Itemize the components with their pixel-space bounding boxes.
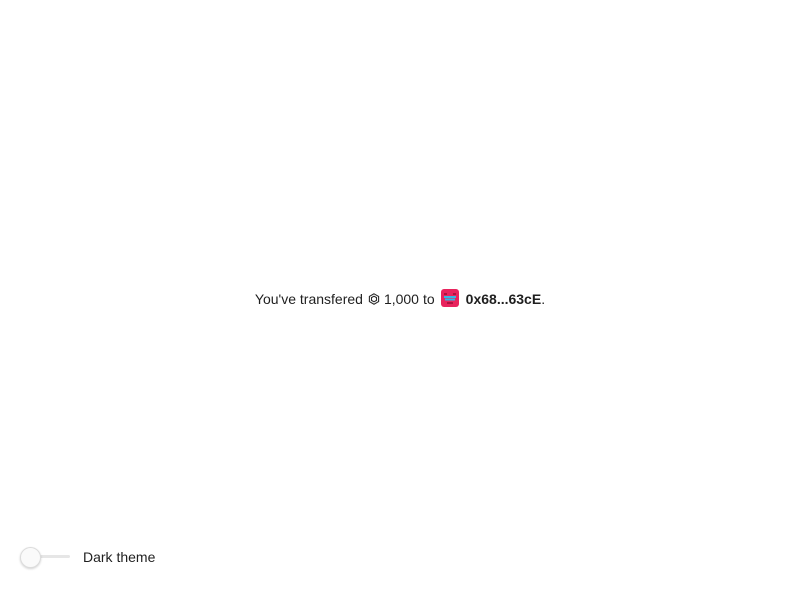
transfer-prefix-text: You've transfered <box>254 291 363 307</box>
transfer-suffix-text: . <box>541 291 546 307</box>
transfer-amount: 1,000 <box>383 291 419 307</box>
identicon-avatar-icon <box>440 289 459 307</box>
switch-thumb[interactable] <box>20 547 41 568</box>
page: You've transfered 1,000 to 0x68...63cE . <box>0 0 800 600</box>
dark-theme-label: Dark theme <box>83 549 156 565</box>
transfer-confirmation-message: You've transfered 1,000 to 0x68...63cE . <box>0 289 800 309</box>
token-hexagon-icon <box>368 293 380 305</box>
transfer-connector-text: to <box>422 291 435 307</box>
dark-theme-toggle[interactable]: Dark theme <box>20 546 155 568</box>
dark-theme-switch[interactable] <box>20 546 70 568</box>
recipient-address: 0x68...63cE <box>465 291 542 307</box>
